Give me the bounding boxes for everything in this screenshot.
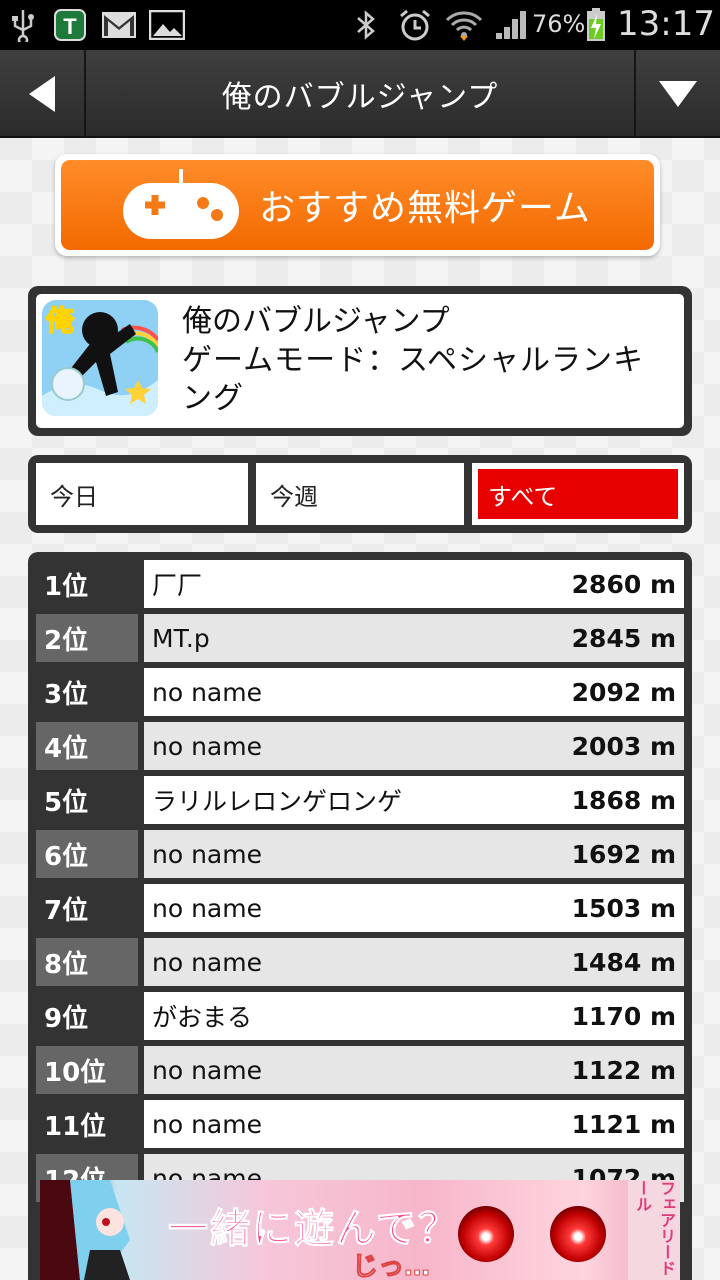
player-entry: がおまる 1170 m [144, 992, 684, 1040]
player-name: no name [152, 839, 262, 869]
banner-label: おすすめ無料ゲーム [259, 188, 591, 229]
game-name: 俺のバブルジャンプ [182, 304, 450, 339]
tab-all[interactable]: すべて [472, 463, 684, 525]
table-row: 2位 MT.p 2845 m [28, 614, 692, 662]
gamepad-icon [123, 169, 239, 239]
ad-eye-left [458, 1206, 514, 1262]
page-title: 俺のバブルジャンプ [221, 80, 499, 115]
player-score: 1868 m [571, 785, 676, 815]
back-arrow-icon [29, 76, 55, 112]
rank-position: 9位 [44, 1003, 89, 1034]
rank-position: 10位 [36, 1046, 138, 1094]
rank-position: 5位 [44, 787, 89, 818]
player-name: がおまる [152, 1003, 253, 1032]
player-score: 1121 m [571, 1109, 676, 1139]
table-row: 4位 no name 2003 m [28, 722, 692, 770]
player-name: ラリルレロンゲロンゲ [152, 787, 403, 816]
player-entry: no name 1121 m [144, 1100, 684, 1148]
wifi-icon [444, 8, 484, 42]
player-name: 厂厂 [152, 571, 203, 600]
table-row: 7位 no name 1503 m [28, 884, 692, 932]
tab-today[interactable]: 今日 [36, 463, 248, 525]
table-row: 9位 がおまる 1170 m [28, 992, 692, 1040]
game-info-card: 俺 俺のバブルジャンプ ゲームモード：スペシャルランキング [28, 286, 692, 436]
clock: 13:17 [617, 4, 715, 44]
player-score: 1122 m [571, 1055, 676, 1085]
svg-text:T: T [63, 14, 77, 39]
table-row: 11位 no name 1121 m [28, 1100, 692, 1148]
player-score: 1484 m [571, 947, 676, 977]
player-name: MT.p [152, 623, 210, 653]
tab-label: すべて [488, 482, 558, 511]
player-score: 1503 m [571, 893, 676, 923]
player-score: 1692 m [571, 839, 676, 869]
alarm-icon [396, 8, 434, 42]
player-entry: ラリルレロンゲロンゲ 1868 m [144, 776, 684, 824]
ad-subtext: じっ… [351, 1252, 431, 1280]
svg-text:俺: 俺 [45, 304, 75, 337]
player-entry: 厂厂 2860 m [144, 560, 684, 608]
game-mode: ゲームモード：スペシャルランキング [182, 343, 644, 416]
player-name: no name [152, 1055, 262, 1085]
rank-position: 4位 [36, 722, 138, 770]
ranking-list: 1位 厂厂 2860 m 2位 MT.p 2845 m 3位 no name 2092… [28, 552, 692, 1280]
table-row: 10位 no name 1122 m [28, 1046, 692, 1094]
ad-banner[interactable]: 一緒に遊んで？ じっ… フェアリードール [40, 1180, 680, 1280]
table-row: 3位 no name 2092 m [28, 668, 692, 716]
table-row: 8位 no name 1484 m [28, 938, 692, 986]
recommended-games-banner[interactable]: おすすめ無料ゲーム [55, 154, 660, 256]
rank-position: 2位 [36, 614, 138, 662]
table-row: 1位 厂厂 2860 m [28, 560, 692, 608]
rank-position: 8位 [36, 938, 138, 986]
signal-icon [492, 8, 530, 42]
shield-app-icon: T [52, 8, 88, 42]
table-row: 5位 ラリルレロンゲロンゲ 1868 m [28, 776, 692, 824]
rank-position: 1位 [44, 571, 89, 602]
player-name: no name [152, 677, 262, 707]
ad-character-left [40, 1180, 130, 1280]
ad-brand-label: フェアリードール [628, 1180, 680, 1280]
table-row: 6位 no name 1692 m [28, 830, 692, 878]
action-bar: 俺のバブルジャンプ [0, 50, 720, 138]
player-score: 2860 m [571, 569, 676, 599]
player-entry: no name 1503 m [144, 884, 684, 932]
player-name: no name [152, 731, 262, 761]
player-entry: no name 2092 m [144, 668, 684, 716]
tab-label: 今週 [270, 482, 318, 511]
usb-icon [8, 8, 38, 42]
rank-position: 3位 [44, 679, 89, 710]
chevron-down-icon [659, 81, 697, 107]
ad-eye-right [550, 1206, 606, 1262]
player-entry: no name 1692 m [144, 830, 684, 878]
player-score: 2003 m [571, 731, 676, 761]
period-tabs: 今日 今週 すべて [28, 455, 692, 533]
tab-label: 今日 [50, 482, 98, 511]
rank-position: 7位 [44, 895, 89, 926]
player-entry: no name 2003 m [144, 722, 684, 770]
gmail-icon [100, 8, 138, 42]
tab-this-week[interactable]: 今週 [256, 463, 464, 525]
player-name: no name [152, 947, 262, 977]
player-score: 2092 m [571, 677, 676, 707]
gallery-icon [148, 8, 186, 42]
menu-dropdown-button[interactable] [634, 50, 720, 138]
rank-position: 6位 [36, 830, 138, 878]
bluetooth-icon [352, 8, 380, 42]
player-entry: no name 1122 m [144, 1046, 684, 1094]
battery-percent: 76% [532, 10, 586, 38]
player-name: no name [152, 893, 262, 923]
battery-charging-icon [584, 8, 608, 42]
player-score: 1170 m [571, 1001, 676, 1031]
player-score: 2845 m [571, 623, 676, 653]
player-entry: MT.p 2845 m [144, 614, 684, 662]
back-button[interactable] [0, 50, 86, 138]
game-icon: 俺 [42, 300, 158, 416]
player-entry: no name 1484 m [144, 938, 684, 986]
rank-position: 11位 [44, 1111, 107, 1142]
player-name: no name [152, 1109, 262, 1139]
status-bar: T 76% 13:17 [0, 0, 720, 50]
